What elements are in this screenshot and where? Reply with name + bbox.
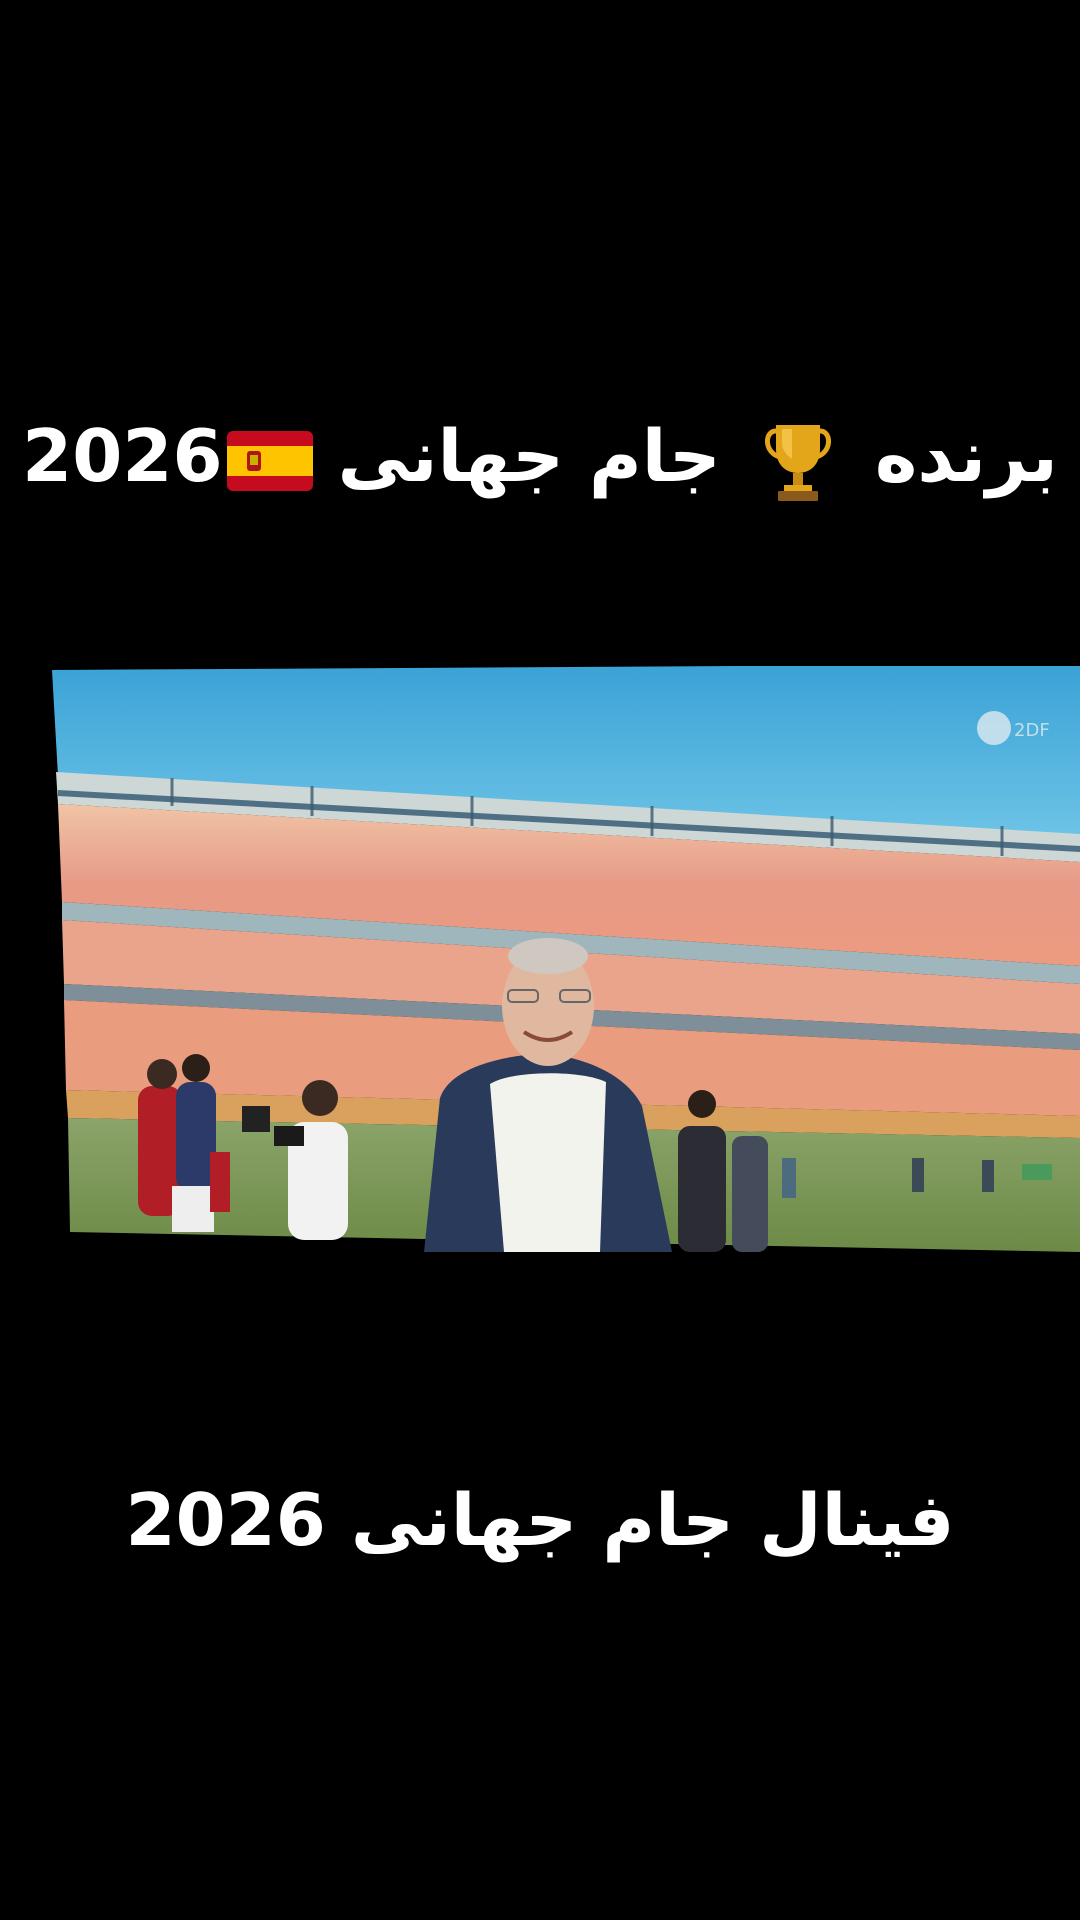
caption-word-cup: جام جهانی (337, 414, 721, 498)
caption-year: 2026 (22, 414, 223, 498)
svg-text:2DF: 2DF (1014, 720, 1050, 741)
bottom-caption: فینال جام جهانی 2026 (125, 1478, 955, 1562)
spain-flag-icon (226, 431, 313, 492)
stadium-scene: 2DF (52, 666, 1080, 1252)
video-frame: 2DF (52, 666, 1080, 1252)
caption-word-winner: برنده (874, 414, 1058, 498)
top-caption: برنده جام جهانی 2026 (0, 408, 1080, 504)
trophy-icon (764, 425, 831, 502)
